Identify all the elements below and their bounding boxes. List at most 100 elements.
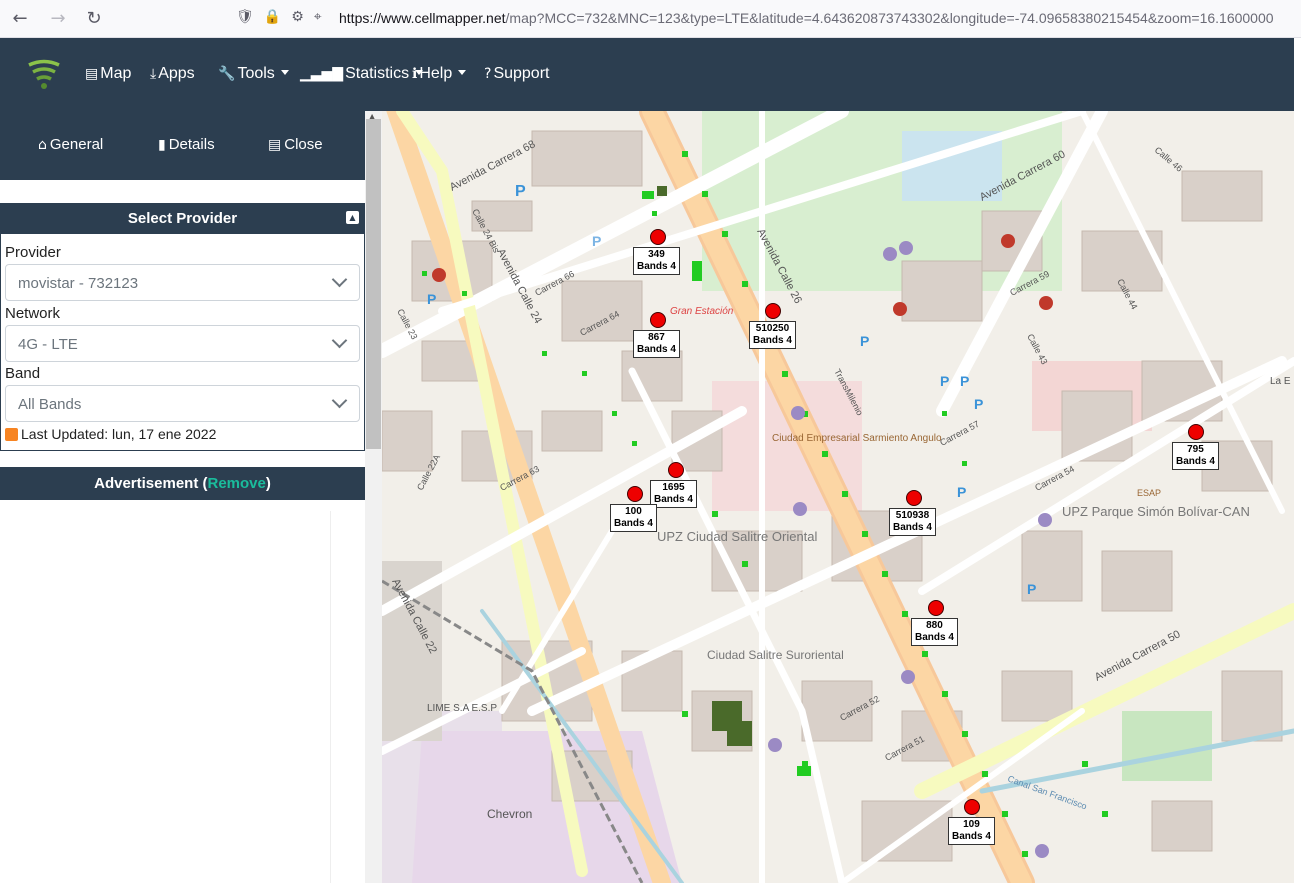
question-icon: ?	[484, 66, 492, 82]
parking-icon: P	[974, 396, 983, 412]
sidebar-scrollbar[interactable]: ▲	[365, 111, 382, 883]
nav-support[interactable]: ? Support	[484, 65, 549, 83]
university-icon	[791, 406, 805, 420]
ad-divider	[330, 511, 331, 883]
parking-icon: P	[427, 291, 436, 307]
parking-icon: P	[515, 183, 526, 200]
nav-map[interactable]: ▤ Map	[85, 65, 131, 83]
permissions-icon[interactable]: ⚙	[291, 9, 304, 29]
top-navbar: ▤ Map ⤓ Apps 🔧 Tools ▁▃▅▇ Statistics ℹ Help ?…	[0, 38, 1294, 111]
nav-apps-label: Apps	[158, 65, 195, 82]
shield-icon[interactable]: 🛡	[236, 9, 254, 29]
tower-marker[interactable]	[627, 486, 643, 502]
parking-icon: P	[940, 373, 949, 389]
lock-icon[interactable]: 🔒	[264, 9, 281, 29]
parking-icon: P	[957, 484, 966, 500]
provider-select[interactable]: movistar - 732123	[5, 264, 360, 301]
tower-label-795[interactable]: 795 Bands 4	[1172, 442, 1219, 470]
nav-tools[interactable]: 🔧 Tools	[218, 65, 289, 83]
tower-bands: Bands 4	[614, 518, 653, 529]
sidebar-tabs: ⌂ General ▮ Details ▤ Close	[0, 111, 365, 180]
window-edge	[1294, 38, 1301, 883]
nav-help[interactable]: ℹ Help	[412, 65, 467, 83]
tower-bands: Bands 4	[637, 344, 676, 355]
tower-label-1695[interactable]: 1695 Bands 4	[650, 480, 697, 508]
tab-close[interactable]: ▤ Close	[268, 136, 323, 153]
tower-label-880[interactable]: 880 Bands 4	[911, 618, 958, 646]
collapse-icon[interactable]: ▲	[346, 211, 359, 224]
network-value: 4G - LTE	[18, 336, 78, 353]
nav-tools-label: Tools	[237, 65, 275, 82]
map-canvas[interactable]: Avenida Carrera 68 Avenida Calle 24 Aven…	[382, 111, 1294, 883]
tower-label-349[interactable]: 349 Bands 4	[633, 247, 680, 275]
remove-ad-link[interactable]: Remove	[208, 475, 266, 492]
tab-close-label: Close	[284, 136, 323, 153]
tower-marker[interactable]	[765, 303, 781, 319]
map-icon: ▤	[268, 137, 282, 153]
nav-statistics[interactable]: ▁▃▅▇ Statistics	[300, 65, 424, 83]
tab-general[interactable]: ⌂ General	[38, 136, 103, 153]
tower-id: 100	[625, 506, 642, 517]
tower-bands: Bands 4	[753, 335, 792, 346]
tower-id: 349	[648, 249, 665, 260]
tab-details[interactable]: ▮ Details	[158, 136, 215, 153]
tower-bands: Bands 4	[1176, 456, 1215, 467]
last-updated: Last Updated: lun, 17 ene 2022	[5, 426, 216, 442]
tower-marker[interactable]	[964, 799, 980, 815]
caret-down-icon	[280, 70, 289, 75]
chevron-down-icon	[331, 271, 348, 288]
advertisement-paren: )	[265, 475, 271, 492]
nav-support-label: Support	[493, 65, 550, 82]
caret-down-icon	[458, 70, 467, 75]
rss-icon[interactable]	[5, 428, 18, 441]
tower-id: 109	[963, 819, 980, 830]
network-label: Network	[5, 305, 61, 322]
tower-marker[interactable]	[650, 312, 666, 328]
band-value: All Bands	[18, 396, 82, 413]
tower-marker[interactable]	[1188, 424, 1204, 440]
advertisement-label: Advertisement (	[94, 475, 208, 492]
nav-apps[interactable]: ⤓ Apps	[150, 65, 195, 83]
location-icon[interactable]: ⌖	[314, 9, 322, 29]
tower-marker[interactable]	[668, 462, 684, 478]
nav-statistics-label: Statistics	[345, 65, 410, 82]
tower-id: 880	[926, 620, 943, 631]
tower-marker[interactable]	[928, 600, 944, 616]
tower-label-100[interactable]: 100 Bands 4	[610, 504, 657, 532]
tower-bands: Bands 4	[654, 494, 693, 505]
network-select[interactable]: 4G - LTE	[5, 325, 360, 362]
hospital-icon	[893, 302, 907, 316]
provider-panel-title: Select Provider	[127, 210, 238, 227]
tower-label-510250[interactable]: 510250 Bands 4	[749, 321, 796, 349]
tower-id: 510938	[895, 510, 930, 521]
reload-icon[interactable]: ↻	[82, 7, 106, 31]
tab-details-label: Details	[168, 136, 215, 153]
tower-label-510938[interactable]: 510938 Bands 4	[889, 508, 936, 536]
tower-marker[interactable]	[650, 229, 666, 245]
university-icon	[899, 241, 913, 255]
university-icon	[1038, 513, 1052, 527]
browser-toolbar: ← → ↻ 🛡 🔒 ⚙ ⌖ https://www.cellmapper.net…	[0, 0, 1301, 38]
tower-id: 795	[1187, 444, 1204, 455]
scrollbar-thumb[interactable]	[366, 119, 381, 449]
tower-id: 510250	[755, 323, 790, 334]
band-select[interactable]: All Bands	[5, 385, 360, 422]
map-label: Gran Estación	[670, 306, 734, 317]
forward-icon[interactable]: →	[46, 7, 70, 31]
hospital-icon	[1039, 296, 1053, 310]
signal-icon: ▁▃▅▇	[300, 66, 344, 82]
chevron-down-icon	[331, 392, 348, 409]
advertisement-header: Advertisement (Remove)	[0, 467, 365, 500]
address-bar[interactable]: https://www.cellmapper.net/map?MCC=732&M…	[339, 10, 1294, 26]
tower-label-109[interactable]: 109 Bands 4	[948, 817, 995, 845]
map-label: Ciudad Salitre Suroriental	[707, 648, 844, 662]
map-label: UPZ Parque Simón Bolívar-CAN	[1062, 504, 1250, 519]
cellmapper-logo-icon[interactable]	[26, 56, 62, 92]
tower-bands: Bands 4	[637, 261, 676, 272]
provider-label: Provider	[5, 244, 61, 261]
book-icon: ▮	[158, 137, 166, 153]
tower-marker[interactable]	[906, 490, 922, 506]
tower-label-867[interactable]: 867 Bands 4	[633, 330, 680, 358]
back-icon[interactable]: ←	[8, 7, 32, 31]
map-label: La E	[1270, 376, 1291, 387]
